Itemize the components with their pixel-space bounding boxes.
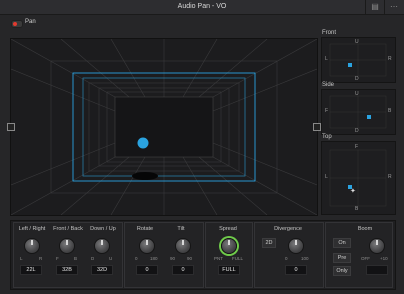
tilt-value[interactable]: 0 bbox=[172, 265, 194, 275]
front-right-letter: R bbox=[388, 56, 392, 62]
boom-knob[interactable] bbox=[369, 238, 385, 254]
rotate-knob[interactable] bbox=[139, 238, 155, 254]
side-front-letter: F bbox=[325, 108, 329, 114]
spread-max: FULL bbox=[232, 256, 244, 261]
spread-knob[interactable] bbox=[221, 238, 237, 254]
boom-max: +10 bbox=[380, 256, 388, 261]
top-left-letter: L bbox=[325, 174, 328, 180]
side-source-dot[interactable] bbox=[367, 115, 371, 119]
side-back-letter: B bbox=[388, 108, 392, 114]
divergence-min: 0 bbox=[285, 256, 288, 261]
top-view-label: Top bbox=[322, 134, 332, 140]
side-view-label: Side bbox=[322, 82, 335, 88]
front-view-panel[interactable]: U L R D bbox=[321, 37, 396, 83]
tilt-max: 90 bbox=[187, 256, 193, 261]
front-back-label: Front / Back bbox=[53, 226, 83, 232]
left-right-value[interactable]: 22L bbox=[20, 265, 42, 275]
boom-min: OFF bbox=[361, 256, 370, 261]
pan-source-dot[interactable] bbox=[137, 137, 149, 149]
top-view-grid bbox=[329, 149, 387, 207]
titlebar-divider bbox=[365, 0, 366, 14]
divergence-knob[interactable] bbox=[288, 238, 304, 254]
divergence-label: Divergence bbox=[274, 226, 302, 232]
front-up-letter: U bbox=[355, 39, 359, 45]
front-source-dot[interactable] bbox=[348, 63, 352, 67]
front-back-max: B bbox=[74, 256, 78, 261]
spread-min: PNT bbox=[214, 256, 223, 261]
boom-only-button[interactable]: Only bbox=[333, 266, 351, 276]
window-title: Audio Pan - VO bbox=[177, 3, 227, 10]
titlebar-divider bbox=[384, 0, 385, 14]
front-view-label: Front bbox=[322, 30, 337, 36]
left-right-min: L bbox=[20, 256, 23, 261]
side-down-letter: D bbox=[355, 128, 359, 134]
down-up-value[interactable]: 32D bbox=[91, 265, 113, 275]
left-right-label: Left / Right bbox=[18, 226, 46, 232]
tilt-min: 90 bbox=[170, 256, 176, 261]
front-back-value[interactable]: 32B bbox=[56, 265, 78, 275]
left-right-knob[interactable] bbox=[24, 238, 40, 254]
front-down-letter: D bbox=[355, 76, 359, 82]
down-up-min: D bbox=[91, 256, 95, 261]
down-up-knob[interactable] bbox=[94, 238, 110, 254]
rotate-max: 180 bbox=[150, 256, 158, 261]
rotate-min: 0 bbox=[135, 256, 138, 261]
front-left-letter: L bbox=[325, 56, 328, 62]
boom-on-button[interactable]: On bbox=[333, 238, 351, 248]
spread-value[interactable]: FULL bbox=[218, 265, 240, 275]
pan-label: Pan bbox=[25, 19, 36, 25]
divergence-value[interactable]: 0 bbox=[285, 265, 307, 275]
pan-toggle[interactable] bbox=[11, 20, 23, 28]
pan-room-grid bbox=[11, 39, 317, 215]
tilt-label: Tilt bbox=[177, 226, 185, 232]
boom-value[interactable] bbox=[366, 265, 388, 275]
rotate-value[interactable]: 0 bbox=[136, 265, 158, 275]
left-right-max: R bbox=[39, 256, 43, 261]
divergence-max: 100 bbox=[301, 256, 309, 261]
top-back-letter: B bbox=[355, 206, 359, 212]
front-back-min: F bbox=[56, 256, 59, 261]
top-right-letter: R bbox=[388, 174, 392, 180]
side-view-panel[interactable]: U F B D bbox=[321, 89, 396, 135]
cursor-icon: ✦ bbox=[350, 188, 356, 195]
pan-3d-view[interactable] bbox=[10, 38, 318, 216]
down-up-label: Down / Up bbox=[90, 226, 116, 232]
more-icon[interactable]: ⋯ bbox=[388, 2, 400, 12]
rotate-label: Rotate bbox=[136, 226, 154, 232]
spread-label: Spread bbox=[219, 226, 237, 232]
snapshot-icon[interactable]: ▤ bbox=[369, 2, 381, 12]
boom-pre-button[interactable]: Pre bbox=[333, 253, 351, 263]
boom-label: Boom bbox=[357, 226, 373, 232]
top-front-letter: F bbox=[355, 144, 359, 150]
down-up-max: U bbox=[109, 256, 113, 261]
side-up-letter: U bbox=[355, 91, 359, 97]
tilt-knob[interactable] bbox=[175, 238, 191, 254]
divergence-2d-toggle[interactable]: 2D bbox=[262, 238, 276, 248]
left-edge-marker bbox=[7, 123, 15, 131]
top-view-panel[interactable]: F L R B ✦ bbox=[321, 141, 396, 215]
pan-led-icon bbox=[13, 22, 17, 26]
right-edge-marker bbox=[313, 123, 321, 131]
front-back-knob[interactable] bbox=[59, 238, 75, 254]
